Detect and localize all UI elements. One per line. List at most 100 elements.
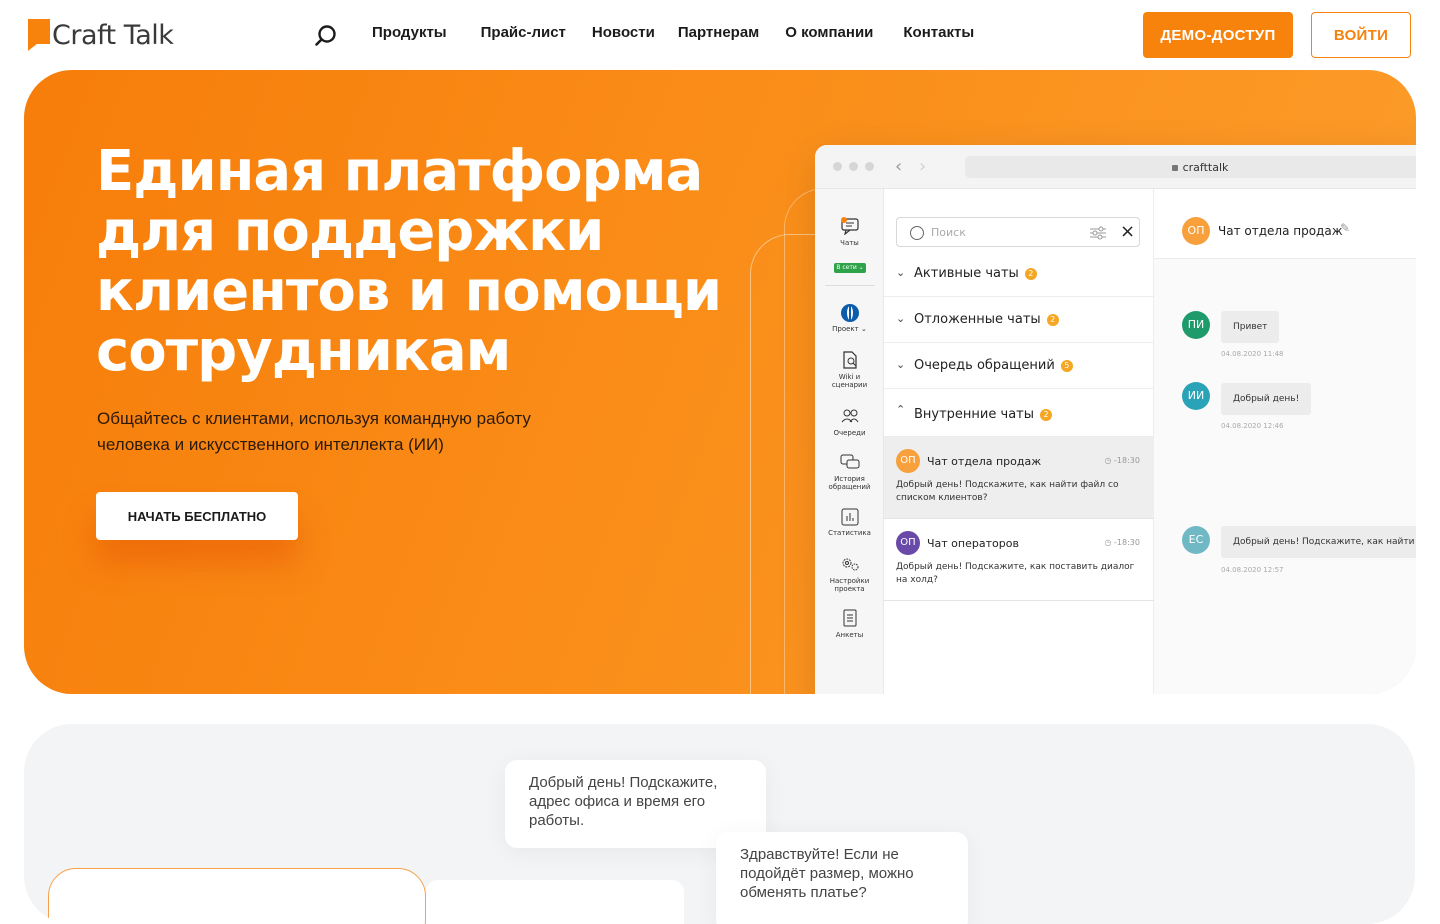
chat-time: ◷ -18:30: [1104, 538, 1140, 547]
search-icon[interactable]: [312, 22, 340, 50]
sidebar-item-chats: Чаты: [815, 217, 884, 247]
divider: [825, 285, 875, 286]
chat-list-panel: Поиск × ⌄ Активные чаты 2 ⌄ Отложенные ча…: [884, 189, 1154, 694]
sidebar-item-forms: Анкеты: [815, 609, 884, 639]
avatar: ПИ: [1182, 311, 1210, 339]
main-nav: Продукты Прайс-лист Новости Партнерам О …: [372, 24, 1000, 41]
sidebar-label: Статистика: [828, 529, 871, 537]
conversation-panel: ОП Чат отдела продаж ✎ ПИ Привет 04.08.2…: [1154, 189, 1416, 694]
sidebar-label: Wiki и сценарии: [831, 373, 868, 389]
forward-arrow-icon: ›: [919, 156, 927, 177]
group-label: Очередь обращений: [914, 358, 1055, 373]
avatar: ИИ: [1182, 382, 1210, 410]
logo-mark-icon: [28, 19, 50, 51]
gear-icon: [840, 555, 860, 573]
lock-icon: [1171, 165, 1178, 171]
logo-text: Craft Talk: [52, 19, 174, 51]
window-dot: [849, 162, 858, 171]
app-sidebar: Чаты В сети ⌄ Проект ⌄ Wiki и сценарии О…: [815, 189, 884, 694]
url-text: crafttalk: [1182, 160, 1229, 174]
form-icon: [840, 609, 860, 627]
sidebar-item-wiki: Wiki и сценарии: [815, 351, 884, 389]
conversation-header: ОП Чат отдела продаж ✎: [1154, 189, 1416, 259]
message-time: 04.08.2020 11:48: [1221, 350, 1284, 358]
wiki-icon: [840, 351, 860, 369]
group-label: Отложенные чаты: [914, 312, 1041, 327]
conversation-title: Чат отдела продаж: [1218, 224, 1343, 238]
avatar: ОП: [1182, 217, 1210, 245]
group-active-chats[interactable]: ⌄ Активные чаты 2: [884, 251, 1154, 297]
pencil-icon[interactable]: ✎: [1340, 221, 1350, 235]
login-button[interactable]: ВОЙТИ: [1311, 12, 1411, 58]
search-placeholder: Поиск: [931, 226, 966, 239]
status-text: В сети: [836, 264, 857, 271]
hero-subtitle: Общайтесь с клиентами, используя командн…: [97, 409, 531, 454]
url-bar: crafttalk: [965, 156, 1416, 178]
sidebar-item-project: Проект ⌄: [815, 303, 884, 333]
nav-products[interactable]: Продукты: [372, 24, 447, 41]
count-badge: 2: [1040, 409, 1052, 421]
group-queue[interactable]: ⌄ Очередь обращений 5: [884, 343, 1154, 389]
hero-section: Единая платформа для поддержки клиентов …: [24, 70, 1416, 694]
nav-news[interactable]: Новости: [592, 24, 655, 41]
browser-bar: ‹ › crafttalk: [815, 145, 1416, 189]
close-icon[interactable]: ×: [1120, 221, 1135, 242]
message-time: 04.08.2020 12:57: [1221, 566, 1284, 574]
logo[interactable]: Craft Talk: [28, 16, 174, 54]
sidebar-label: Чаты: [840, 239, 859, 247]
message-bubble: Добрый день!: [1221, 383, 1312, 415]
avatar: ОП: [896, 449, 920, 473]
list-item[interactable]: ОП Чат отдела продаж ◷ -18:30 Добрый ден…: [884, 437, 1154, 519]
window-dot: [865, 162, 874, 171]
sidebar-item-stats: Статистика: [815, 507, 884, 537]
app-screenshot: ‹ › crafttalk Чаты В сети ⌄ Проект ⌄ Wik…: [815, 145, 1416, 694]
sidebar-label: Настройки проекта: [829, 577, 870, 593]
chat-preview: Добрый день! Подскажите, как найти файл …: [896, 480, 1119, 503]
chat-bubble-operator: Здравствуйте! Если не подойдёт размер, м…: [716, 832, 968, 924]
site-header: Craft Talk Продукты Прайс-лист Новости П…: [0, 0, 1440, 70]
sidebar-label: Анкеты: [835, 631, 864, 639]
nav-partners[interactable]: Партнерам: [678, 24, 759, 41]
chart-icon: [840, 507, 860, 526]
group-label: Внутренние чаты: [914, 407, 1034, 422]
nav-pricing[interactable]: Прайс-лист: [481, 24, 566, 41]
sidebar-label: История обращений: [828, 475, 871, 491]
group-label: Активные чаты: [914, 266, 1019, 281]
avatar: ЕС: [1182, 526, 1210, 554]
nav-contacts[interactable]: Контакты: [903, 24, 974, 41]
list-item[interactable]: ОП Чат операторов ◷ -18:30 Добрый день! …: [884, 519, 1154, 601]
search-icon: [910, 226, 924, 240]
sidebar-label: Очереди: [833, 429, 866, 437]
count-badge: 2: [1046, 314, 1059, 326]
nav-about[interactable]: О компании: [785, 24, 873, 41]
chat-time: ◷ -18:30: [1104, 456, 1140, 465]
group-internal-chats[interactable]: ⌃ Внутренние чаты 2: [884, 389, 1154, 437]
chevron-up-icon: ⌃: [896, 403, 906, 416]
chat-preview: Добрый день! Подскажите, как поставить д…: [896, 562, 1135, 585]
feature-card: [426, 880, 684, 924]
count-badge: 5: [1060, 360, 1073, 372]
chat-title: Чат операторов: [927, 537, 1019, 550]
online-status-badge: В сети ⌄: [834, 263, 866, 273]
start-free-button[interactable]: НАЧАТЬ БЕСПЛАТНО: [96, 492, 298, 540]
message-time: 04.08.2020 12:46: [1221, 422, 1284, 430]
group-postponed-chats[interactable]: ⌄ Отложенные чаты 2: [884, 297, 1154, 343]
feature-card: [48, 868, 426, 924]
sidebar-item-history: История обращений: [815, 453, 884, 491]
hero-title: Единая платформа для поддержки клиентов …: [96, 139, 722, 384]
demo-access-button[interactable]: ДЕМО-ДОСТУП: [1143, 12, 1293, 58]
chat-time-value: -18:30: [1114, 456, 1140, 465]
count-badge: 2: [1024, 268, 1037, 280]
chevron-down-icon: ⌄: [896, 312, 906, 325]
chat-search-input[interactable]: Поиск ×: [896, 217, 1140, 247]
filter-icon[interactable]: [1089, 225, 1107, 241]
chevron-down-icon: ⌄: [896, 358, 906, 371]
sidebar-item-settings: Настройки проекта: [815, 555, 884, 593]
back-arrow-icon: ‹: [895, 156, 903, 177]
message-bubble: Привет: [1221, 311, 1280, 343]
chat-time-value: -18:30: [1114, 538, 1140, 547]
chevron-down-icon: ⌄: [896, 266, 906, 279]
history-icon: [840, 453, 860, 471]
project-logo-icon: [840, 303, 860, 322]
sidebar-label: Проект: [832, 325, 859, 333]
